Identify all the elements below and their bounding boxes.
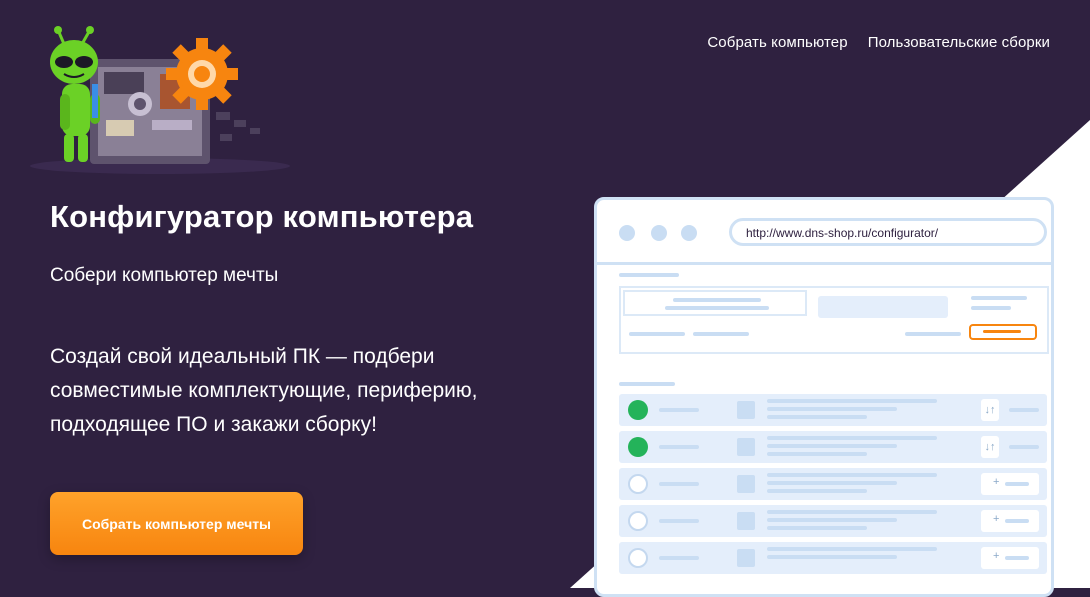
top-nav: Собрать компьютер Пользовательские сборк… — [707, 34, 1050, 51]
ram-icon — [737, 512, 755, 530]
add-icon: + — [981, 510, 1039, 532]
add-icon: + — [981, 473, 1039, 495]
motherboard-icon — [737, 438, 755, 456]
mockup-order-button — [969, 324, 1037, 340]
alien-mascot-illustration — [30, 26, 290, 174]
window-dot-icon — [681, 225, 697, 241]
mockup-summary-panel — [619, 286, 1049, 354]
mockup-summary-box — [623, 290, 807, 316]
window-dot-icon — [651, 225, 667, 241]
nav-build-pc[interactable]: Собрать компьютер — [707, 34, 847, 51]
page-title: Конфигуратор компьютера — [50, 199, 474, 234]
build-dream-pc-button[interactable]: Собрать компьютер мечты — [50, 492, 303, 555]
mockup-component-row: ↓↑ — [619, 431, 1047, 463]
check-empty-icon — [628, 511, 648, 531]
window-dot-icon — [619, 225, 635, 241]
drive-icon — [737, 549, 755, 567]
mockup-component-row: + — [619, 505, 1047, 537]
add-icon: + — [981, 547, 1039, 569]
mockup-filter-icons — [818, 296, 948, 318]
cpu-icon — [737, 401, 755, 419]
mockup-component-row: + — [619, 468, 1047, 500]
hero-subtitle: Собери компьютер мечты — [50, 265, 279, 286]
mockup-component-row: + — [619, 542, 1047, 574]
sort-arrows-icon: ↓↑ — [981, 436, 999, 458]
check-icon — [628, 437, 648, 457]
nav-user-builds[interactable]: Пользовательские сборки — [868, 34, 1050, 51]
mockup-url-field: http://www.dns-shop.ru/configurator/ — [729, 218, 1047, 246]
configurator-mockup: http://www.dns-shop.ru/configurator/ ↓↑ — [594, 197, 1054, 597]
mockup-browser-bar: http://www.dns-shop.ru/configurator/ — [597, 200, 1051, 265]
gpu-icon — [737, 475, 755, 493]
sort-arrows-icon: ↓↑ — [981, 399, 999, 421]
mockup-list-heading — [619, 382, 675, 386]
mockup-component-row: ↓↑ — [619, 394, 1047, 426]
mockup-heading-bar — [619, 273, 679, 277]
hero-description: Создай свой идеальный ПК — подбери совме… — [50, 345, 478, 436]
check-icon — [628, 400, 648, 420]
check-empty-icon — [628, 548, 648, 568]
check-empty-icon — [628, 474, 648, 494]
